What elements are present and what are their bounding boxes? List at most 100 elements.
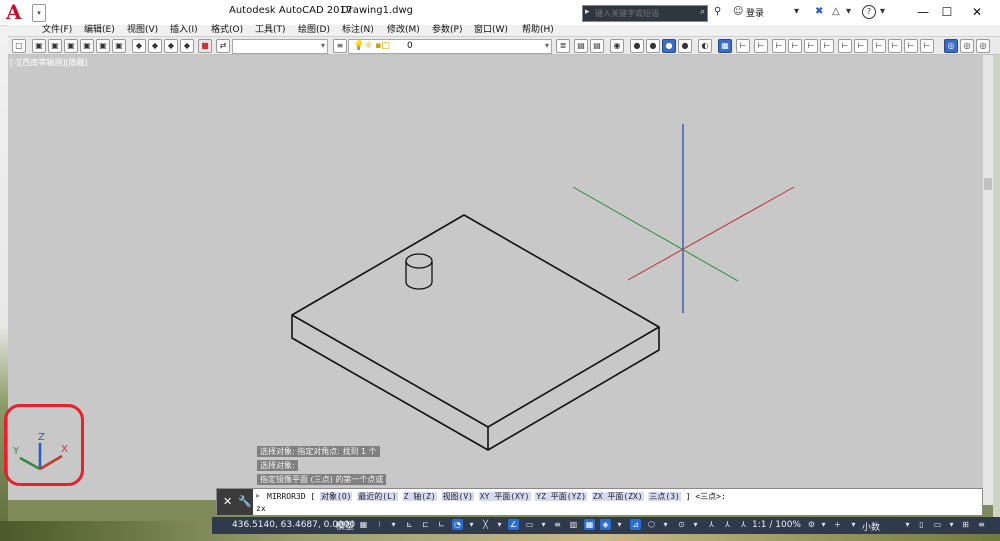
- ortho-icon[interactable]: ∟: [436, 519, 447, 530]
- dimension-icon[interactable]: ⊢: [788, 39, 802, 53]
- dropdown-arrow-icon[interactable]: ▾: [494, 519, 505, 530]
- close-icon[interactable]: ✕: [223, 495, 232, 508]
- visual-style-icon[interactable]: ◆: [132, 39, 146, 53]
- object-snap-icon[interactable]: ▭: [524, 519, 535, 530]
- menu-draw[interactable]: 绘图(D): [298, 25, 330, 36]
- login-button[interactable]: 登录: [746, 6, 764, 19]
- help-search-input[interactable]: [595, 7, 691, 19]
- option-zx-plane[interactable]: ZX 平面(ZX): [591, 492, 644, 501]
- help-icon[interactable]: ?: [862, 5, 876, 19]
- orbit-icon[interactable]: ◎: [944, 39, 958, 53]
- option-xy-plane[interactable]: XY 平面(XY): [478, 492, 531, 501]
- object-snap-tracking-icon[interactable]: ∠: [508, 519, 519, 530]
- render-icon[interactable]: ■: [198, 39, 212, 53]
- exchange-apps-icon[interactable]: ✖: [815, 6, 823, 17]
- lineweight-icon[interactable]: ≡: [552, 519, 563, 530]
- dropdown-arrow-icon[interactable]: ▾: [946, 519, 957, 530]
- option-view[interactable]: 视图(V): [441, 492, 474, 501]
- a360-icon[interactable]: △: [832, 6, 840, 17]
- menu-format[interactable]: 格式(O): [211, 25, 243, 36]
- dropdown-arrow-icon[interactable]: ▾: [848, 519, 859, 530]
- drawing-canvas[interactable]: Z Y X: [8, 55, 983, 500]
- menu-help[interactable]: 帮助(H): [522, 25, 554, 36]
- polar-tracking-icon[interactable]: ◔: [452, 519, 463, 530]
- annotation-visibility-icon[interactable]: ⅄: [706, 519, 717, 530]
- dropdown-arrow-icon[interactable]: ▾: [818, 519, 829, 530]
- wrench-icon[interactable]: 🔧: [238, 495, 252, 508]
- dropdown-arrow-icon[interactable]: ▾: [388, 519, 399, 530]
- dimension-icon[interactable]: ⊢: [920, 39, 934, 53]
- customization-menu-icon[interactable]: ≡: [976, 519, 987, 530]
- tool-icon[interactable]: ▣: [80, 39, 94, 53]
- units-readout[interactable]: 小数: [862, 520, 880, 533]
- dropdown-arrow-icon[interactable]: ▾: [902, 519, 913, 530]
- dimension-icon[interactable]: ⊢: [854, 39, 868, 53]
- dropdown-arrow-icon[interactable]: ▾: [538, 519, 549, 530]
- dropdown-arrow-icon[interactable]: ▾: [690, 519, 701, 530]
- shade-icon[interactable]: ●: [646, 39, 660, 53]
- isolate-objects-icon[interactable]: ▭: [932, 519, 943, 530]
- vertical-scrollbar[interactable]: [983, 55, 993, 505]
- option-yz-plane[interactable]: YZ 平面(YZ): [535, 492, 588, 501]
- dropdown-arrow-icon[interactable]: ▾: [466, 519, 477, 530]
- menu-dimension[interactable]: 标注(N): [342, 25, 374, 36]
- dropdown-arrow-icon[interactable]: ▾: [660, 519, 671, 530]
- menu-modify[interactable]: 修改(M): [387, 25, 420, 36]
- menu-insert[interactable]: 插入(I): [170, 25, 198, 36]
- shade-icon[interactable]: ●: [662, 39, 676, 53]
- make-current-icon[interactable]: ≣: [556, 39, 570, 53]
- close-button[interactable]: ✕: [954, 0, 1000, 25]
- menu-file[interactable]: 文件(F): [42, 25, 72, 36]
- option-object[interactable]: 对象(O): [320, 492, 353, 501]
- cylinder-solid[interactable]: [405, 253, 433, 290]
- annotation-scale[interactable]: 1:1 / 100%: [752, 520, 801, 530]
- tool-icon[interactable]: ▣: [96, 39, 110, 53]
- annotation-scale-icon[interactable]: ⅄: [738, 519, 749, 530]
- dimension-icon[interactable]: ⊢: [804, 39, 818, 53]
- search-icon[interactable]: ⌕: [700, 7, 705, 17]
- transparency-icon[interactable]: ▥: [568, 519, 579, 530]
- menu-tools[interactable]: 工具(T): [255, 25, 286, 36]
- drawing-viewport[interactable]: [-][西南等轴测][隐藏] Z Y X: [8, 55, 983, 500]
- view-icon[interactable]: ▦: [718, 39, 732, 53]
- dropdown-arrow-icon[interactable]: ▾: [880, 6, 885, 17]
- annotation-monitor-icon[interactable]: +: [832, 519, 843, 530]
- auto-scale-icon[interactable]: ⅄: [722, 519, 733, 530]
- tool-icon[interactable]: ▣: [32, 39, 46, 53]
- snap-icon[interactable]: ⁝: [374, 519, 385, 530]
- orbit-icon[interactable]: ◎: [976, 39, 990, 53]
- 3d-osnap-icon[interactable]: ◈: [600, 519, 611, 530]
- clean-screen-icon[interactable]: ⊞: [960, 519, 971, 530]
- menu-view[interactable]: 视图(V): [127, 25, 158, 36]
- tool-icon[interactable]: ▣: [48, 39, 62, 53]
- option-z-axis[interactable]: Z 轴(Z): [402, 492, 437, 501]
- visual-style-icon[interactable]: ◆: [148, 39, 162, 53]
- layer-dropdown[interactable]: 💡☼ ▪□ 0 ▾: [348, 39, 552, 54]
- scrollbar-thumb[interactable]: [984, 178, 992, 190]
- dimension-icon[interactable]: ⊢: [888, 39, 902, 53]
- shade-icon[interactable]: ●: [678, 39, 692, 53]
- dropdown-arrow-icon[interactable]: ▾: [794, 6, 799, 17]
- command-input[interactable]: zx: [256, 504, 266, 513]
- menu-edit[interactable]: 编辑(E): [84, 25, 115, 36]
- dimension-icon[interactable]: ⊢: [772, 39, 786, 53]
- option-three-points[interactable]: 三点(3): [648, 492, 681, 501]
- view-icon[interactable]: ◐: [698, 39, 712, 53]
- dimension-icon[interactable]: ⊢: [904, 39, 918, 53]
- dynamic-ucs-icon[interactable]: ⊿: [630, 519, 641, 530]
- selection-filter-icon[interactable]: ⬡: [646, 519, 657, 530]
- gizmo-icon[interactable]: ⊙: [676, 519, 687, 530]
- binoculars-icon[interactable]: ⚲: [714, 6, 721, 17]
- dropdown-arrow-icon[interactable]: ▾: [846, 6, 851, 17]
- visual-style-icon[interactable]: ◆: [180, 39, 194, 53]
- selection-cycling-icon[interactable]: ▦: [584, 519, 595, 530]
- new-file-icon[interactable]: ▢: [12, 39, 26, 53]
- shade-icon[interactable]: ◉: [610, 39, 624, 53]
- style-dropdown[interactable]: ▾: [232, 39, 328, 54]
- isometric-icon[interactable]: ╳: [480, 519, 491, 530]
- quick-access-dropdown[interactable]: ▾: [32, 4, 46, 22]
- dimension-icon[interactable]: ⊢: [754, 39, 768, 53]
- visual-style-icon[interactable]: ◆: [164, 39, 178, 53]
- tool-icon[interactable]: ▣: [64, 39, 78, 53]
- shade-icon[interactable]: ●: [630, 39, 644, 53]
